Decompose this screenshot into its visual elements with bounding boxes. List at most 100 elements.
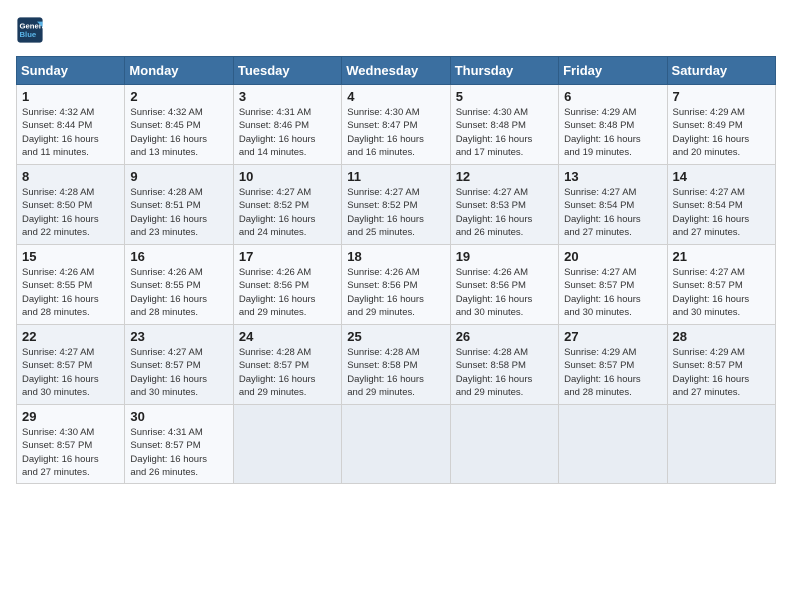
day-number: 29 — [22, 409, 119, 424]
day-number: 10 — [239, 169, 336, 184]
calendar-cell: 16 Sunrise: 4:26 AM Sunset: 8:55 PM Dayli… — [125, 245, 233, 325]
day-info: Sunrise: 4:29 AM Sunset: 8:57 PM Dayligh… — [673, 346, 770, 399]
day-number: 22 — [22, 329, 119, 344]
day-number: 15 — [22, 249, 119, 264]
calendar-cell: 11Sunrise: 4:27 AM Sunset: 8:52 PM Dayli… — [342, 165, 450, 245]
day-number: 12 — [456, 169, 553, 184]
day-info: Sunrise: 4:29 AM Sunset: 8:57 PM Dayligh… — [564, 346, 661, 399]
logo: General Blue — [16, 16, 48, 44]
day-info: Sunrise: 4:27 AM Sunset: 8:52 PM Dayligh… — [239, 186, 336, 239]
calendar-cell: 13 Sunrise: 4:27 AM Sunset: 8:54 PM Dayli… — [559, 165, 667, 245]
day-info: Sunrise: 4:31 AM Sunset: 8:46 PM Dayligh… — [239, 106, 336, 159]
day-number: 2 — [130, 89, 227, 104]
calendar-cell: 5 Sunrise: 4:30 AM Sunset: 8:48 PM Daylig… — [450, 85, 558, 165]
weekday-header-saturday: Saturday — [667, 57, 775, 85]
calendar-cell: 26 Sunrise: 4:28 AM Sunset: 8:58 PM Dayli… — [450, 325, 558, 405]
day-info: Sunrise: 4:26 AM Sunset: 8:55 PM Dayligh… — [22, 266, 119, 319]
calendar-cell: 2 Sunrise: 4:32 AM Sunset: 8:45 PM Daylig… — [125, 85, 233, 165]
day-info: Sunrise: 4:27 AM Sunset: 8:57 PM Dayligh… — [130, 346, 227, 399]
weekday-header-friday: Friday — [559, 57, 667, 85]
day-number: 27 — [564, 329, 661, 344]
calendar-cell: 9 Sunrise: 4:28 AM Sunset: 8:51 PM Daylig… — [125, 165, 233, 245]
day-number: 14 — [673, 169, 770, 184]
day-info: Sunrise: 4:27 AM Sunset: 8:52 PM Dayligh… — [347, 186, 444, 239]
day-number: 6 — [564, 89, 661, 104]
day-number: 23 — [130, 329, 227, 344]
page-header: General Blue — [16, 16, 776, 44]
day-info: Sunrise: 4:27 AM Sunset: 8:53 PM Dayligh… — [456, 186, 553, 239]
day-info: Sunrise: 4:31 AM Sunset: 8:57 PM Dayligh… — [130, 426, 227, 479]
day-info: Sunrise: 4:26 AM Sunset: 8:56 PM Dayligh… — [239, 266, 336, 319]
day-info: Sunrise: 4:28 AM Sunset: 8:58 PM Dayligh… — [456, 346, 553, 399]
calendar-cell: 21 Sunrise: 4:27 AM Sunset: 8:57 PM Dayli… — [667, 245, 775, 325]
day-number: 5 — [456, 89, 553, 104]
day-info: Sunrise: 4:32 AM Sunset: 8:45 PM Dayligh… — [130, 106, 227, 159]
day-number: 17 — [239, 249, 336, 264]
calendar-cell: 23 Sunrise: 4:27 AM Sunset: 8:57 PM Dayli… — [125, 325, 233, 405]
day-number: 30 — [130, 409, 227, 424]
day-number: 7 — [673, 89, 770, 104]
day-info: Sunrise: 4:27 AM Sunset: 8:57 PM Dayligh… — [673, 266, 770, 319]
day-info: Sunrise: 4:30 AM Sunset: 8:48 PM Dayligh… — [456, 106, 553, 159]
day-number: 4 — [347, 89, 444, 104]
calendar-cell: 1Sunrise: 4:32 AM Sunset: 8:44 PM Daylig… — [17, 85, 125, 165]
day-number: 28 — [673, 329, 770, 344]
logo-icon: General Blue — [16, 16, 44, 44]
calendar-cell: 15 Sunrise: 4:26 AM Sunset: 8:55 PM Dayli… — [17, 245, 125, 325]
day-info: Sunrise: 4:28 AM Sunset: 8:51 PM Dayligh… — [130, 186, 227, 239]
day-info: Sunrise: 4:27 AM Sunset: 8:57 PM Dayligh… — [564, 266, 661, 319]
day-info: Sunrise: 4:30 AM Sunset: 8:57 PM Dayligh… — [22, 426, 119, 479]
day-info: Sunrise: 4:29 AM Sunset: 8:48 PM Dayligh… — [564, 106, 661, 159]
calendar-cell: 20 Sunrise: 4:27 AM Sunset: 8:57 PM Dayli… — [559, 245, 667, 325]
calendar-cell: 12 Sunrise: 4:27 AM Sunset: 8:53 PM Dayli… — [450, 165, 558, 245]
calendar-cell: 17 Sunrise: 4:26 AM Sunset: 8:56 PM Dayli… — [233, 245, 341, 325]
calendar-week-row: 1Sunrise: 4:32 AM Sunset: 8:44 PM Daylig… — [17, 85, 776, 165]
day-number: 26 — [456, 329, 553, 344]
calendar-cell: 19 Sunrise: 4:26 AM Sunset: 8:56 PM Dayli… — [450, 245, 558, 325]
day-info: Sunrise: 4:28 AM Sunset: 8:50 PM Dayligh… — [22, 186, 119, 239]
calendar-cell: 10 Sunrise: 4:27 AM Sunset: 8:52 PM Dayli… — [233, 165, 341, 245]
weekday-header-thursday: Thursday — [450, 57, 558, 85]
calendar-cell: 28 Sunrise: 4:29 AM Sunset: 8:57 PM Dayli… — [667, 325, 775, 405]
day-number: 20 — [564, 249, 661, 264]
calendar-week-row: 15 Sunrise: 4:26 AM Sunset: 8:55 PM Dayli… — [17, 245, 776, 325]
day-info: Sunrise: 4:28 AM Sunset: 8:58 PM Dayligh… — [347, 346, 444, 399]
day-number: 21 — [673, 249, 770, 264]
weekday-header-row: SundayMondayTuesdayWednesdayThursdayFrid… — [17, 57, 776, 85]
day-number: 3 — [239, 89, 336, 104]
calendar-cell: 25 Sunrise: 4:28 AM Sunset: 8:58 PM Dayli… — [342, 325, 450, 405]
calendar-cell: 3 Sunrise: 4:31 AM Sunset: 8:46 PM Daylig… — [233, 85, 341, 165]
calendar-cell: 24Sunrise: 4:28 AM Sunset: 8:57 PM Dayli… — [233, 325, 341, 405]
day-number: 13 — [564, 169, 661, 184]
calendar-cell: 8 Sunrise: 4:28 AM Sunset: 8:50 PM Daylig… — [17, 165, 125, 245]
day-number: 9 — [130, 169, 227, 184]
weekday-header-tuesday: Tuesday — [233, 57, 341, 85]
calendar-cell: 30 Sunrise: 4:31 AM Sunset: 8:57 PM Dayli… — [125, 405, 233, 484]
calendar-cell: 4Sunrise: 4:30 AM Sunset: 8:47 PM Daylig… — [342, 85, 450, 165]
calendar-cell: 6 Sunrise: 4:29 AM Sunset: 8:48 PM Daylig… — [559, 85, 667, 165]
day-info: Sunrise: 4:27 AM Sunset: 8:54 PM Dayligh… — [564, 186, 661, 239]
calendar-week-row: 8 Sunrise: 4:28 AM Sunset: 8:50 PM Daylig… — [17, 165, 776, 245]
weekday-header-wednesday: Wednesday — [342, 57, 450, 85]
day-info: Sunrise: 4:27 AM Sunset: 8:54 PM Dayligh… — [673, 186, 770, 239]
calendar-cell — [342, 405, 450, 484]
day-number: 18 — [347, 249, 444, 264]
weekday-header-monday: Monday — [125, 57, 233, 85]
day-number: 1 — [22, 89, 119, 104]
day-number: 19 — [456, 249, 553, 264]
day-info: Sunrise: 4:26 AM Sunset: 8:56 PM Dayligh… — [456, 266, 553, 319]
calendar-week-row: 22 Sunrise: 4:27 AM Sunset: 8:57 PM Dayli… — [17, 325, 776, 405]
day-info: Sunrise: 4:27 AM Sunset: 8:57 PM Dayligh… — [22, 346, 119, 399]
calendar-table: SundayMondayTuesdayWednesdayThursdayFrid… — [16, 56, 776, 484]
calendar-week-row: 29 Sunrise: 4:30 AM Sunset: 8:57 PM Dayli… — [17, 405, 776, 484]
calendar-cell: 29 Sunrise: 4:30 AM Sunset: 8:57 PM Dayli… — [17, 405, 125, 484]
calendar-body: 1Sunrise: 4:32 AM Sunset: 8:44 PM Daylig… — [17, 85, 776, 484]
calendar-cell — [559, 405, 667, 484]
day-number: 25 — [347, 329, 444, 344]
day-info: Sunrise: 4:26 AM Sunset: 8:55 PM Dayligh… — [130, 266, 227, 319]
calendar-header: SundayMondayTuesdayWednesdayThursdayFrid… — [17, 57, 776, 85]
day-number: 8 — [22, 169, 119, 184]
day-number: 16 — [130, 249, 227, 264]
calendar-cell — [450, 405, 558, 484]
svg-text:Blue: Blue — [20, 30, 37, 39]
